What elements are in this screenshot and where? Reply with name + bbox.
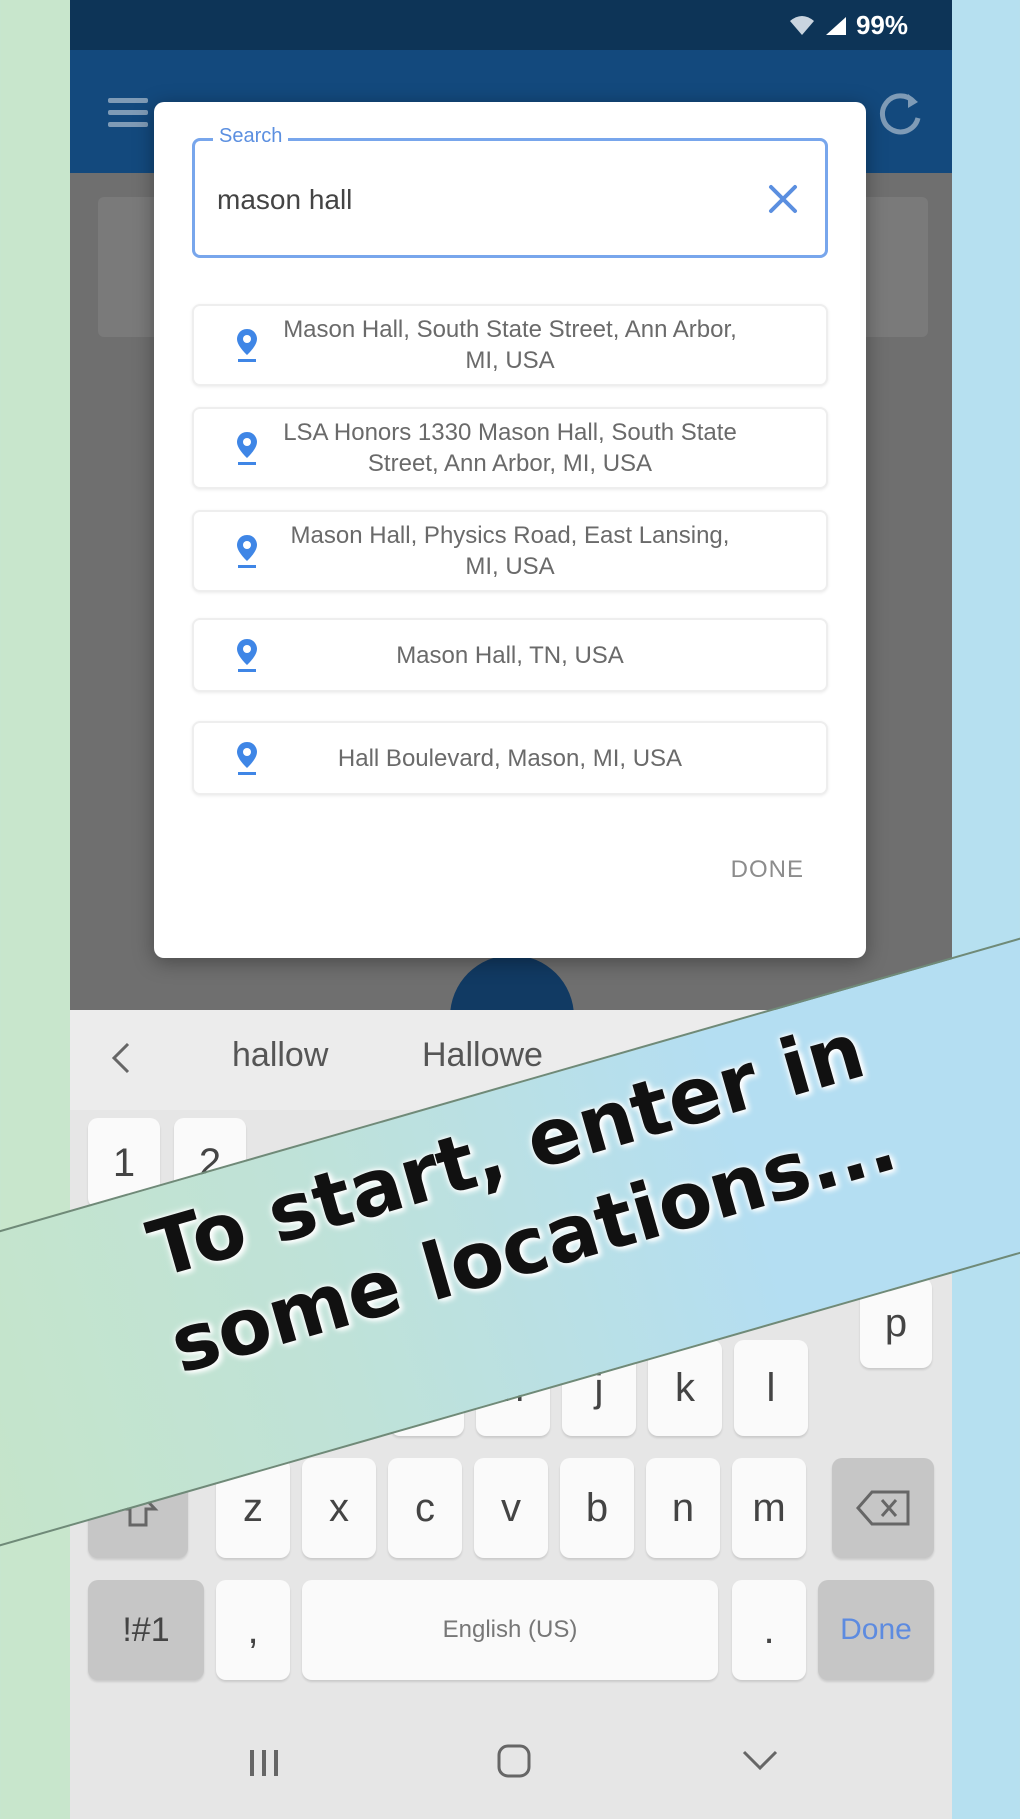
suggestion-item[interactable]: Mason Hall, South State Street, Ann Arbo…	[192, 304, 828, 386]
suggestion-text: Mason Hall, South State Street, Ann Arbo…	[283, 316, 737, 374]
key-l[interactable]: l	[734, 1340, 808, 1436]
suggestion-text: Mason Hall, Physics Road, East Lansing, …	[290, 522, 730, 580]
map-content-dimmed: Search Mason Hall, South State Street, A…	[70, 102, 952, 1079]
period-key[interactable]: .	[732, 1580, 806, 1680]
suggestion-text: LSA Honors 1330 Mason Hall, South State …	[283, 419, 737, 477]
location-pin-icon	[237, 742, 257, 775]
dialog-done-button[interactable]: DONE	[731, 856, 804, 884]
search-field[interactable]: Search	[192, 125, 828, 258]
location-pin-icon	[237, 639, 257, 672]
symbols-key[interactable]: !#1	[88, 1580, 204, 1680]
suggestion-item[interactable]: Mason Hall, Physics Road, East Lansing, …	[192, 510, 828, 592]
chevron-down-icon[interactable]	[740, 1748, 780, 1774]
status-bar: 99%	[70, 0, 952, 50]
suggestion-text: Mason Hall, TN, USA	[396, 641, 624, 669]
chevron-left-icon[interactable]	[104, 1038, 136, 1078]
key-b[interactable]: b	[560, 1458, 634, 1558]
location-pin-icon	[237, 535, 257, 568]
space-key[interactable]: English (US)	[302, 1580, 718, 1680]
search-dialog: Search Mason Hall, South State Street, A…	[154, 102, 866, 958]
word-suggestion[interactable]: hallow	[232, 1036, 328, 1075]
search-label: Search	[213, 125, 289, 148]
backspace-key[interactable]	[832, 1458, 934, 1558]
key-v[interactable]: v	[474, 1458, 548, 1558]
key-m[interactable]: m	[732, 1458, 806, 1558]
menu-icon[interactable]	[108, 98, 148, 128]
search-input[interactable]	[215, 179, 739, 221]
refresh-icon[interactable]	[874, 88, 926, 140]
word-suggestion[interactable]: Hallowe	[422, 1036, 543, 1075]
battery-percent: 99%	[855, 10, 908, 40]
comma-key[interactable]: ,	[216, 1580, 290, 1680]
home-icon[interactable]	[495, 1742, 533, 1780]
key-c[interactable]: c	[388, 1458, 462, 1558]
location-pin-icon	[237, 329, 257, 362]
location-pin-icon	[237, 432, 257, 465]
recent-apps-icon[interactable]	[246, 1748, 282, 1778]
done-key-label: Done	[840, 1613, 912, 1646]
suggestion-item[interactable]: Mason Hall, TN, USA	[192, 618, 828, 692]
done-key[interactable]: Done	[818, 1580, 934, 1680]
suggestion-text: Hall Boulevard, Mason, MI, USA	[337, 744, 683, 772]
wifi-icon	[789, 15, 814, 35]
suggestion-item[interactable]: Hall Boulevard, Mason, MI, USA	[192, 721, 828, 795]
key-x[interactable]: x	[302, 1458, 376, 1558]
key-n[interactable]: n	[646, 1458, 720, 1558]
clear-icon[interactable]	[763, 179, 803, 219]
system-nav-bar	[70, 1710, 952, 1819]
signal-icon	[825, 16, 846, 35]
space-key-label: English (US)	[442, 1616, 578, 1643]
suggestion-item[interactable]: LSA Honors 1330 Mason Hall, South State …	[192, 407, 828, 489]
backspace-icon	[856, 1490, 910, 1526]
phone-screen: 99% Search Mason Hall, South State Stree…	[70, 0, 952, 1819]
status-icons: 99%	[788, 10, 908, 41]
